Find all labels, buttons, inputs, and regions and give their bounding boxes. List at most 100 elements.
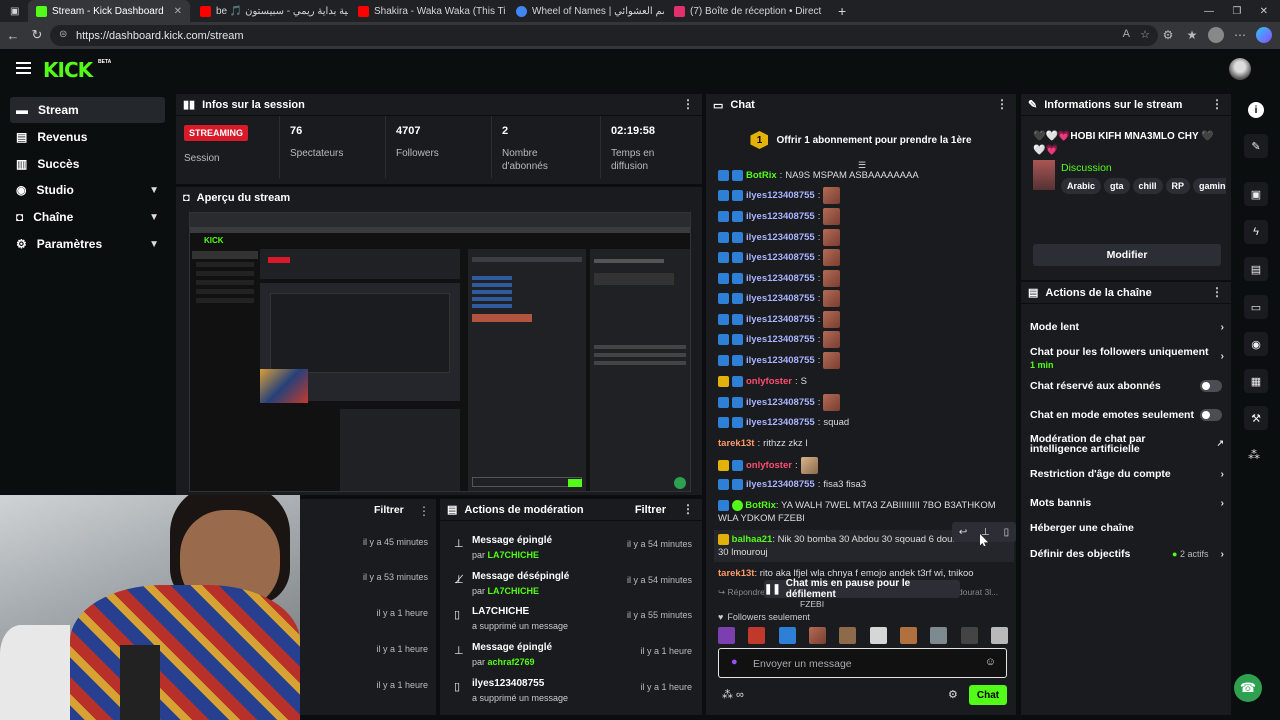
chat-message[interactable]: tarek13t: rithzz zkz l [718, 438, 807, 449]
chat-username[interactable]: ilyes123408755 [746, 252, 815, 263]
chat-username[interactable]: tarek13t [718, 568, 754, 579]
tab-wheel-of-names[interactable]: Wheel of Names | الاسم العشوائي ✕ [508, 0, 664, 22]
chat-username[interactable]: onlyfoster [746, 376, 792, 387]
chat-username[interactable]: ilyes123408755 [746, 211, 815, 222]
mic-icon[interactable]: ● [731, 656, 738, 668]
stream-video-preview[interactable]: KICK [189, 212, 691, 492]
tag[interactable]: RP [1165, 178, 1191, 194]
chat-tools-icon[interactable]: ⁂ ∞ [722, 688, 744, 701]
send-chat-button[interactable]: Chat [969, 685, 1007, 705]
chat-message[interactable]: ilyes123408755: [718, 290, 841, 307]
chat-message[interactable]: ilyes123408755: fisa3 fisa3 [718, 479, 866, 490]
emote-icon[interactable] [869, 627, 887, 644]
sidebar-item-succes[interactable]: ▥ Succès [10, 151, 165, 177]
filter-button[interactable]: Filtrer [374, 504, 404, 516]
chat-username[interactable]: ilyes123408755 [746, 334, 815, 345]
action-goals[interactable]: Définir des objectifs ● 2 actifs › [1030, 548, 1230, 560]
chat-username[interactable]: ilyes123408755 [746, 273, 815, 284]
emote-icon[interactable] [990, 627, 1008, 644]
favorites-icon[interactable]: ★ [1184, 27, 1200, 43]
apps-rail-icon[interactable]: ⁂ [1248, 448, 1260, 462]
bolt-rail-icon[interactable]: ϟ [1244, 220, 1268, 244]
kebab-menu-icon[interactable]: ⋮ [1211, 285, 1223, 299]
subs-only-toggle[interactable] [1200, 380, 1222, 392]
action-emote-only[interactable]: Chat en mode emotes seulement [1030, 409, 1230, 421]
maximize-icon[interactable]: ❐ [1232, 6, 1241, 17]
chat-paused-banner[interactable]: ❚❚ Chat mis en pause pour le défilement [764, 578, 960, 600]
moderation-row[interactable]: ▯ LA7CHICHE a supprimé un message il y a… [450, 606, 700, 631]
kebab-menu-icon[interactable]: ⋮ [996, 97, 1008, 111]
chat-username[interactable]: ilyes123408755 [746, 417, 815, 428]
minimize-icon[interactable]: — [1204, 6, 1214, 17]
trash-icon[interactable]: ▯ [1004, 527, 1010, 538]
chat-message[interactable]: onlyfoster: [718, 457, 818, 474]
chat-username[interactable]: ilyes123408755 [746, 293, 815, 304]
chat-message[interactable]: ilyes123408755: [718, 270, 841, 287]
category-name[interactable]: Discussion [1061, 162, 1112, 174]
mod-user[interactable]: achraf2769 [488, 657, 535, 667]
chat-message[interactable]: ilyes123408755: [718, 229, 841, 246]
tag[interactable]: gta [1104, 178, 1130, 194]
chat-message[interactable]: BotRix: NA9S MSPAM ASBAAAAAAAA [718, 170, 919, 181]
kebab-menu-icon[interactable]: ⋮ [682, 502, 694, 516]
chat-username[interactable]: ilyes123408755 [746, 232, 815, 243]
chat-username[interactable]: ilyes123408755 [746, 190, 815, 201]
chat-message[interactable]: ilyes123408755: squad [718, 417, 849, 428]
tab-kick-dashboard[interactable]: Stream - Kick Dashboard ✕ [28, 0, 190, 22]
chat-message[interactable]: ilyes123408755: [718, 208, 841, 225]
help-support-icon[interactable]: ☎ [1234, 674, 1262, 702]
emoji-picker-icon[interactable]: ☺ [985, 656, 996, 668]
copilot-icon[interactable] [1256, 27, 1272, 43]
emote-icon[interactable] [808, 627, 826, 644]
moderation-row[interactable]: ⊥̸ Message désépinglé par LA7CHICHE il y… [450, 571, 700, 596]
chat-username[interactable]: ilyes123408755 [746, 479, 815, 490]
chat-message[interactable]: ilyes123408755: [718, 394, 841, 411]
kebab-menu-icon[interactable]: ⋮ [682, 97, 694, 111]
chat-username[interactable]: onlyfoster [746, 460, 792, 471]
pin-icon[interactable]: ⊥ [981, 527, 990, 538]
back-icon[interactable]: ← [2, 24, 24, 46]
more-menu-icon[interactable]: ⋯ [1232, 27, 1248, 43]
chat-message[interactable]: onlyfoster: S [718, 376, 807, 387]
kick-logo[interactable]: KICK [43, 58, 93, 82]
emote-icon[interactable] [960, 627, 978, 644]
focus-rail-icon[interactable]: ▣ [1244, 182, 1268, 206]
close-window-icon[interactable]: ✕ [1260, 6, 1268, 17]
moderation-row[interactable]: ⊥ Message épinglé par LA7CHICHE il y a 5… [450, 535, 700, 560]
read-aloud-icon[interactable]: A [1123, 28, 1130, 40]
action-host-channel[interactable]: Héberger une chaîne [1030, 522, 1230, 534]
moderation-row[interactable]: ▯ ilyes123408755 a supprimé un message i… [450, 678, 700, 703]
chat-username[interactable]: ilyes123408755 [746, 397, 815, 408]
action-subs-only[interactable]: Chat réservé aux abonnés [1030, 380, 1230, 392]
chat-username[interactable]: balhaa21 [732, 534, 773, 545]
chat-message[interactable]: ilyes123408755: [718, 187, 841, 204]
info-icon[interactable]: i [1248, 102, 1264, 118]
favorite-star-icon[interactable]: ☆ [1140, 28, 1150, 41]
action-ai-moderation[interactable]: Modération de chat par intelligence arti… [1030, 434, 1230, 455]
emote-icon[interactable] [899, 627, 917, 644]
moderation-row[interactable]: ⊥ Message épinglé par achraf2769 il y a … [450, 642, 700, 667]
hamburger-menu-icon[interactable] [16, 62, 31, 74]
mod-user[interactable]: LA7CHICHE [488, 586, 540, 596]
edit-rail-icon[interactable]: ✎ [1244, 134, 1268, 158]
action-banned-words[interactable]: Mots bannis › [1030, 497, 1230, 509]
tab-youtube-2[interactable]: Shakira - Waka Waka (This Time F ✕ [350, 0, 506, 22]
chat-rail-icon[interactable]: ▭ [1244, 295, 1268, 319]
tab-youtube-1[interactable]: be 🎵 أغنية بداية ريمي - سبيستون ✕ [192, 0, 348, 22]
chat-message[interactable]: balhaa21: Nik 30 bomba 30 Abdou 30 sqoua… [718, 533, 968, 559]
tag[interactable]: chill [1132, 178, 1163, 194]
reply-icon[interactable]: ↩ [959, 527, 967, 538]
action-slow-mode[interactable]: Mode lent › [1030, 321, 1230, 333]
chat-input[interactable]: ● Envoyer un message ☺ [718, 648, 1007, 678]
layout-rail-icon[interactable]: ▦ [1244, 369, 1268, 393]
notes-rail-icon[interactable]: ▤ [1244, 257, 1268, 281]
tab-actions-icon[interactable]: ▣ [2, 0, 22, 22]
chat-username[interactable]: tarek13t [718, 438, 754, 449]
filter-button[interactable]: Filtrer [635, 504, 666, 516]
kebab-menu-icon[interactable]: ⋮ [418, 504, 430, 518]
chat-username[interactable]: BotRix [745, 500, 776, 511]
emote-icon[interactable] [930, 627, 948, 644]
tools-rail-icon[interactable]: ⚒ [1244, 406, 1268, 430]
emote-icon[interactable] [718, 627, 735, 644]
profile-avatar-icon[interactable] [1208, 27, 1224, 43]
